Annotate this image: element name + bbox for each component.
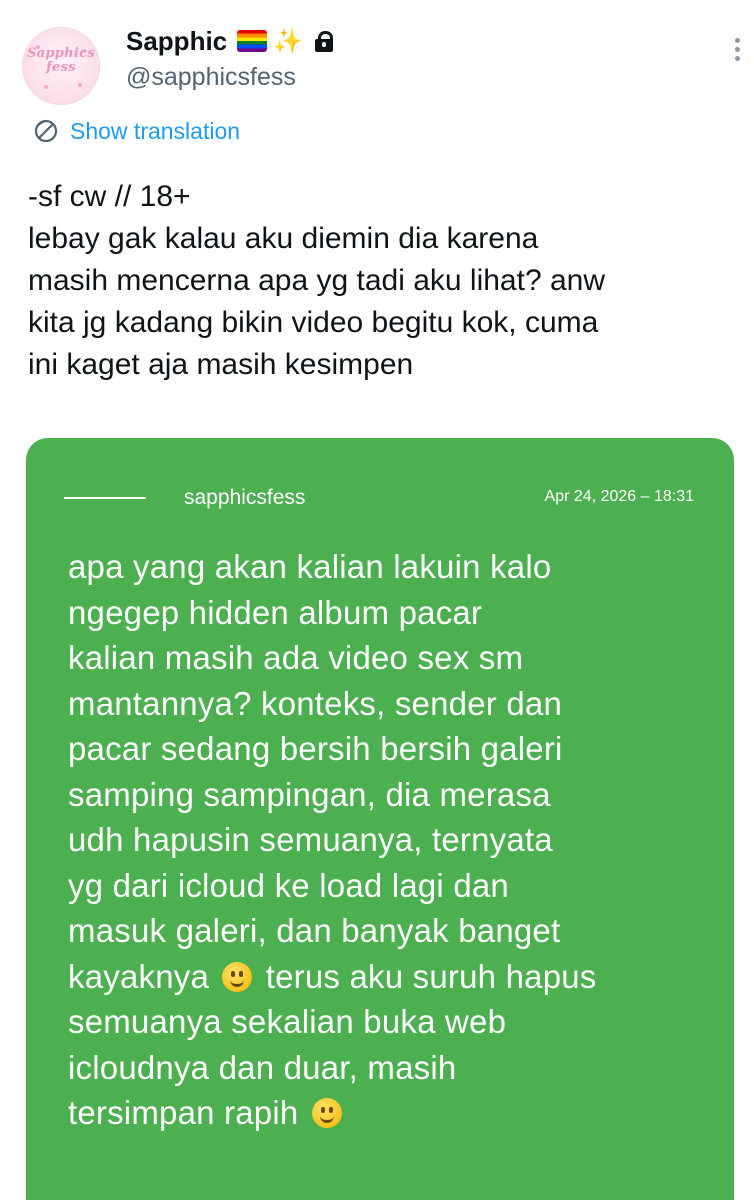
attached-image-card[interactable]: sapphicsfess Apr 24, 2026 – 18:31 apa ya…: [26, 438, 734, 1200]
avatar-logo: Sapphics fess: [26, 46, 95, 75]
smiley-icon: [222, 961, 253, 992]
card-line: kalian masih ada video sex sm: [68, 639, 524, 676]
show-translation-link[interactable]: Show translation: [32, 116, 240, 146]
card-line: masuk galeri, dan banyak banget: [68, 912, 561, 949]
avatar[interactable]: Sapphics fess: [22, 27, 100, 105]
card-line: udh hapusin semuanya, ternyata: [68, 821, 553, 858]
lock-icon: [313, 28, 335, 54]
author-handle[interactable]: @sapphicsfess: [126, 63, 296, 92]
card-line: yg dari icloud ke load lagi dan: [68, 866, 509, 904]
author-name[interactable]: Sapphic: [126, 26, 227, 57]
card-line: apa yang akan kalian lakuin kalo: [68, 548, 552, 585]
card-line: samping sampingan, dia merasa: [68, 775, 551, 813]
card-header: sapphicsfess Apr 24, 2026 – 18:31: [64, 486, 694, 510]
sparkles-icon: ✨: [273, 27, 304, 55]
card-line: kayaknya terus aku suruh hapus: [68, 957, 597, 995]
translate-globe-icon: [34, 119, 58, 143]
author-name-row[interactable]: Sapphic ✨: [126, 24, 335, 58]
card-line: mantannya? konteks, sender dan: [68, 684, 562, 722]
card-line: pacar sedang bersih bersih galeri: [68, 730, 563, 767]
tweet-text-line: ini kaget aja masih kesimpen: [28, 348, 414, 381]
card-line: ngegep hidden album pacar: [68, 593, 483, 631]
card-divider-line: [64, 497, 146, 499]
rainbow-flag-icon: [237, 30, 268, 52]
tweet-text-line: kita jg kadang bikin video begitu kok, c…: [28, 306, 599, 339]
card-account-name: sapphicsfess: [184, 486, 306, 509]
card-message: apa yang akan kalian lakuin kalo ngegep …: [68, 544, 718, 1136]
tweet-text: -sf cw // 18+ lebay gak kalau aku diemin…: [28, 176, 738, 386]
tweet-screen: Sapphics fess Sapphic ✨ @sapphicsfess Sh…: [0, 0, 754, 1200]
card-line: semuanya sekalian buka web: [68, 1003, 507, 1040]
tweet-text-line: lebay gak kalau aku diemin dia karena: [28, 222, 539, 255]
tweet-text-line: masih mencerna apa yg tadi aku lihat? an…: [28, 264, 606, 297]
smiley-icon: [311, 1098, 342, 1128]
show-translation-label[interactable]: Show translation: [70, 118, 240, 145]
tweet-text-line: -sf cw // 18+: [28, 180, 191, 213]
card-date: Apr 24, 2026 – 18:31: [544, 488, 694, 505]
card-line: icloudnya dan duar, masih: [68, 1048, 457, 1086]
card-line: tersimpan rapih: [68, 1090, 718, 1136]
more-options-icon[interactable]: [735, 38, 741, 68]
